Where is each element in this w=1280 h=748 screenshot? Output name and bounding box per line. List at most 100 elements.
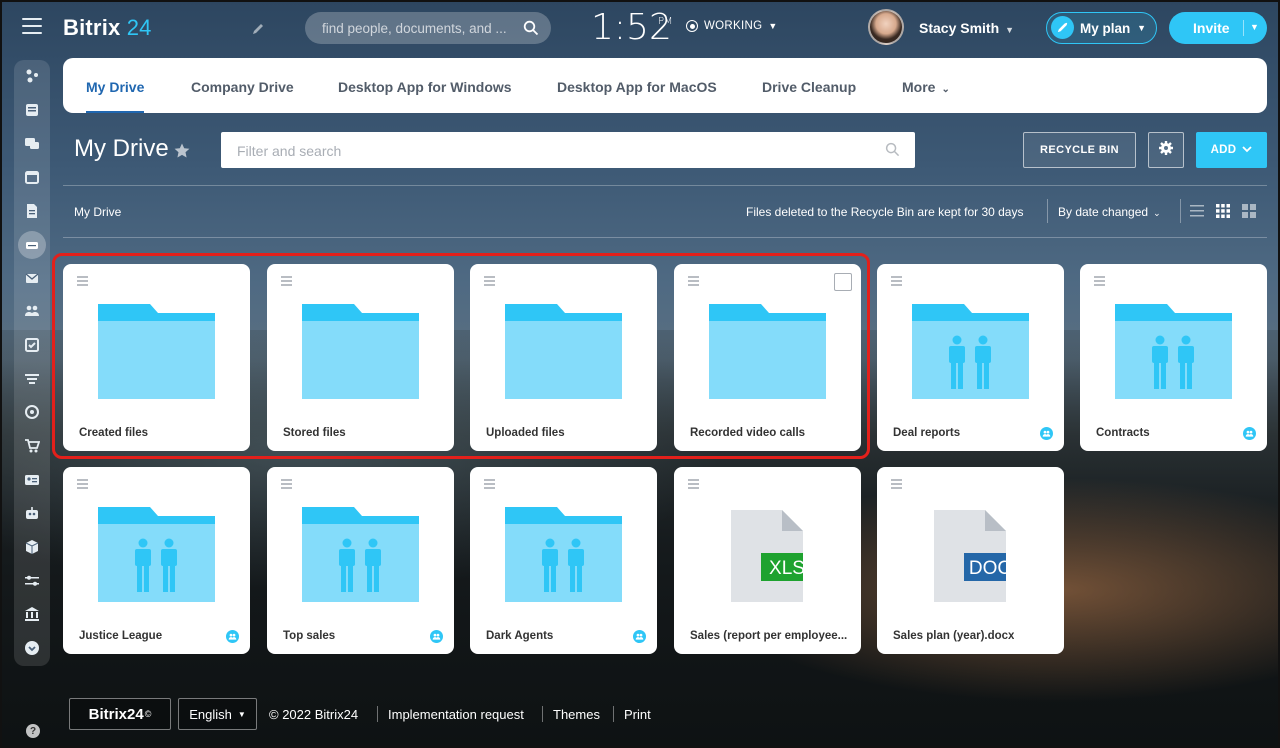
footer-copyright: © 2022 Bitrix24 — [269, 707, 359, 722]
group-folder-icon — [302, 507, 419, 602]
documents-icon[interactable] — [22, 201, 42, 221]
group-folder-icon — [1115, 304, 1232, 399]
search-icon[interactable] — [523, 20, 539, 36]
tab-desktop-app-macos[interactable]: Desktop App for MacOS — [557, 79, 717, 95]
chevron-down-icon: ▼ — [1137, 23, 1146, 33]
tile-sales-plan-year-docx[interactable]: DOC Sales plan (year).docx — [877, 467, 1064, 654]
add-button[interactable]: ADD — [1196, 132, 1267, 168]
sites-icon[interactable] — [22, 66, 42, 86]
recycle-bin-button[interactable]: RECYCLE BIN — [1023, 132, 1136, 168]
language-selector[interactable]: English ▼ — [178, 698, 257, 730]
large-tiles-view-icon[interactable] — [1241, 203, 1257, 219]
shared-group-icon — [226, 630, 239, 643]
menu-icon[interactable] — [22, 18, 42, 34]
record-icon — [686, 20, 698, 32]
tile-name: Deal reports — [893, 427, 961, 439]
filter-placeholder: Filter and search — [237, 143, 342, 159]
chevron-down-icon: ⌄ — [1153, 208, 1161, 218]
tile-name: Dark Agents — [486, 630, 554, 642]
drag-handle-icon[interactable] — [891, 276, 902, 288]
tile-contracts[interactable]: Contracts — [1080, 264, 1267, 451]
chevron-down-icon[interactable]: ▼ — [1250, 22, 1259, 32]
footer-logo-text: Bitrix24 — [88, 705, 144, 723]
footer-print-link[interactable]: Print — [624, 707, 651, 722]
search-icon[interactable] — [885, 142, 900, 157]
footer-logo-mark: © — [144, 709, 152, 719]
sliders-icon[interactable] — [22, 571, 42, 591]
footer-logo[interactable]: Bitrix24 © — [69, 698, 171, 730]
chevron-down-icon: ⌄ — [941, 84, 950, 95]
tile-justice-league[interactable]: Justice League — [63, 467, 250, 654]
settings-button[interactable] — [1148, 132, 1184, 168]
filter-search-input[interactable]: Filter and search — [221, 132, 915, 168]
drag-handle-icon[interactable] — [1094, 276, 1105, 288]
user-menu[interactable]: Stacy Smith ▼ — [919, 20, 1014, 36]
groups-icon[interactable] — [22, 301, 42, 321]
sort-dropdown[interactable]: By date changed ⌄ — [1058, 205, 1161, 219]
chat-icon[interactable] — [22, 134, 42, 154]
tab-drive-cleanup[interactable]: Drive Cleanup — [762, 79, 856, 95]
grid-view-icon[interactable] — [1215, 203, 1231, 219]
tab-my-drive[interactable]: My Drive — [86, 79, 144, 95]
tasks-icon[interactable] — [22, 335, 42, 355]
tile-dark-agents[interactable]: Dark Agents — [470, 467, 657, 654]
drive-tabs: My Drive Company Drive Desktop App for W… — [63, 58, 1267, 113]
shared-group-icon — [1040, 427, 1053, 440]
divider — [1243, 20, 1244, 36]
footer-themes-link[interactable]: Themes — [553, 707, 600, 722]
filter-icon[interactable] — [22, 369, 42, 389]
tile-sales-report-per-employee[interactable]: XLS Sales (report per employee... — [674, 467, 861, 654]
star-icon[interactable] — [173, 142, 191, 160]
group-folder-icon — [505, 507, 622, 602]
tile-deal-reports[interactable]: Deal reports — [877, 264, 1064, 451]
contact-card-icon[interactable] — [22, 470, 42, 490]
drive-icon[interactable] — [18, 231, 46, 259]
breadcrumb[interactable]: My Drive — [74, 205, 121, 219]
doc-file-icon: DOC — [934, 510, 1006, 602]
xls-file-icon: XLS — [731, 510, 803, 602]
app-logo[interactable]: Bitrix 24 — [63, 15, 152, 41]
my-plan-button[interactable]: My plan ▼ — [1046, 12, 1157, 44]
list-view-icon[interactable] — [1189, 203, 1205, 219]
cart-icon[interactable] — [22, 436, 42, 456]
global-search[interactable]: find people, documents, and ... — [305, 12, 551, 44]
shared-group-icon — [633, 630, 646, 643]
more-icon[interactable] — [22, 638, 42, 658]
avatar[interactable] — [868, 9, 904, 45]
drag-handle-icon[interactable] — [688, 479, 699, 491]
tile-top-sales[interactable]: Top sales — [267, 467, 454, 654]
group-folder-icon — [912, 304, 1029, 399]
target-icon[interactable] — [22, 402, 42, 422]
divider — [63, 185, 1267, 186]
tab-company-drive[interactable]: Company Drive — [191, 79, 294, 95]
divider — [1047, 199, 1048, 223]
file-type-badge: DOC — [969, 558, 1006, 579]
drag-handle-icon[interactable] — [484, 479, 495, 491]
tile-name: Contracts — [1096, 427, 1150, 439]
tile-name: Top sales — [283, 630, 336, 642]
bank-icon[interactable] — [22, 604, 42, 624]
box-icon[interactable] — [22, 537, 42, 557]
active-tab-underline — [86, 111, 144, 113]
tab-desktop-app-windows[interactable]: Desktop App for Windows — [338, 79, 512, 95]
pencil-icon[interactable] — [251, 22, 265, 36]
shared-group-icon — [430, 630, 443, 643]
tile-name: Sales plan (year).docx — [893, 630, 1015, 642]
drag-handle-icon[interactable] — [891, 479, 902, 491]
calendar-icon[interactable] — [22, 167, 42, 187]
tab-more[interactable]: More ⌄ — [902, 79, 950, 95]
divider — [377, 706, 378, 722]
footer-implementation-link[interactable]: Implementation request — [388, 707, 524, 722]
clock[interactable]: 1:52 PM — [591, 7, 673, 48]
robot-icon[interactable] — [22, 503, 42, 523]
work-status[interactable]: WORKING ▼ — [686, 20, 778, 32]
feed-icon[interactable] — [22, 100, 42, 120]
invite-button[interactable]: Invite ▼ — [1169, 12, 1267, 44]
group-folder-icon — [98, 507, 215, 602]
drag-handle-icon[interactable] — [77, 479, 88, 491]
help-icon[interactable]: ? — [26, 724, 40, 738]
chevron-down-icon: ▼ — [1005, 25, 1015, 35]
clock-ampm: PM — [658, 16, 673, 27]
drag-handle-icon[interactable] — [281, 479, 292, 491]
mail-icon[interactable] — [22, 268, 42, 288]
